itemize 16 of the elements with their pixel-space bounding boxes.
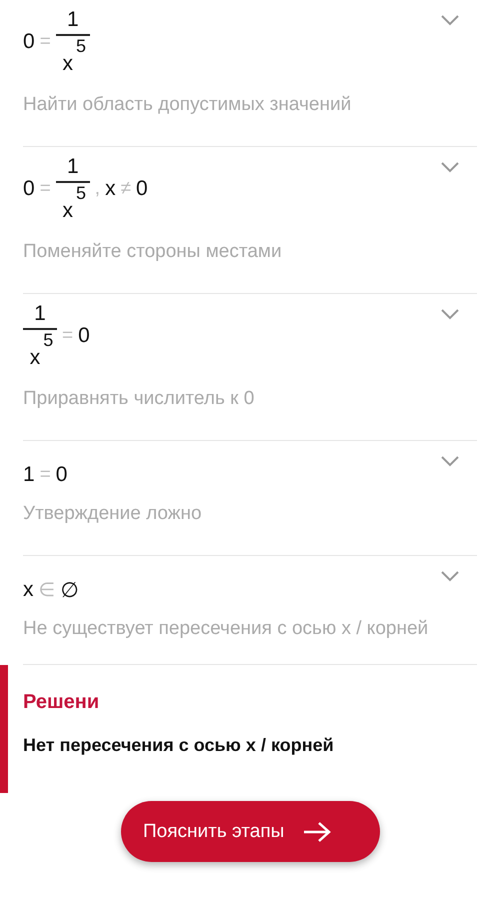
step-description: Поменяйте стороны местами [23, 240, 283, 264]
math-expression: 1 = 0 [23, 462, 68, 488]
math-expression: x ∈ ∅ [23, 577, 78, 604]
explain-steps-button[interactable]: Пояснить этапы [121, 801, 380, 862]
arrow-right-icon [302, 820, 332, 842]
chevron-down-icon[interactable] [440, 308, 460, 320]
chevron-down-icon[interactable] [440, 455, 460, 467]
chevron-down-icon[interactable] [440, 570, 460, 582]
step-description: Утверждение ложно [23, 502, 203, 526]
chevron-down-icon[interactable] [440, 161, 460, 173]
solution-result: Нет пересечения с осью x / корней [23, 735, 335, 756]
step-description: Найти область допустимых значений [23, 93, 352, 117]
step-description: Не существует пересечения с осью x / корней [23, 617, 430, 641]
solution-heading: Решени [23, 691, 100, 714]
step-description: Приравнять числитель к 0 [23, 387, 256, 411]
chevron-down-icon[interactable] [440, 14, 460, 26]
